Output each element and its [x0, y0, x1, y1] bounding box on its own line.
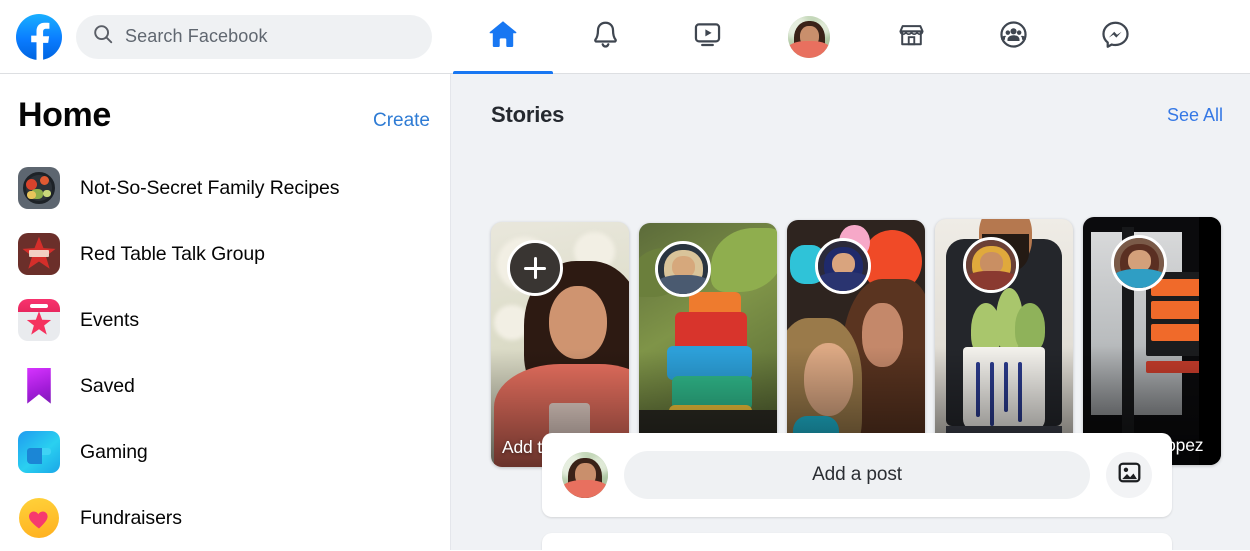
sidebar-item-not-so-secret-family-recipes[interactable]: Not-So-Secret Family Recipes — [0, 155, 450, 221]
nav-groups[interactable] — [962, 0, 1064, 73]
bell-icon — [589, 18, 622, 56]
sidebar-item-fundraisers[interactable]: Fundraisers — [0, 485, 450, 551]
sidebar-item-label: Not-So-Secret Family Recipes — [80, 176, 340, 199]
nav-profile[interactable] — [758, 0, 860, 73]
search-input[interactable]: Search Facebook — [76, 14, 432, 59]
page-title: Home — [18, 96, 111, 134]
group-red-table-talk-thumbnail-icon — [18, 233, 60, 275]
fundraisers-heart-icon — [18, 497, 60, 539]
sidebar-header: Home Create — [0, 96, 450, 135]
group-food-thumbnail-icon — [18, 167, 60, 209]
top-navigation-bar: Search Facebook — [0, 0, 1250, 74]
story-card-dennis-han[interactable]: Dennis Han — [935, 219, 1073, 466]
story-card-add-to-story[interactable]: Add to Story — [491, 222, 629, 467]
composer-avatar — [562, 452, 608, 498]
sidebar-item-label: Events — [80, 308, 140, 331]
see-all-link[interactable]: See All — [1167, 105, 1223, 126]
add-post-placeholder: Add a post — [812, 464, 902, 485]
store-icon — [896, 19, 927, 55]
add-story-button[interactable] — [507, 240, 563, 296]
sidebar-item-gaming[interactable]: Gaming — [0, 419, 450, 485]
left-sidebar: Home Create Not-So-Secret Family Recipes… — [0, 74, 451, 550]
nav-messenger[interactable] — [1064, 0, 1166, 73]
facebook-logo-icon[interactable] — [16, 13, 62, 60]
nav-home[interactable] — [452, 0, 554, 74]
search-placeholder: Search Facebook — [125, 26, 268, 46]
sidebar-item-label: Fundraisers — [80, 506, 182, 529]
home-icon — [486, 17, 520, 56]
plus-icon — [510, 243, 560, 293]
brand-and-search: Search Facebook — [0, 13, 432, 60]
add-post-input[interactable]: Add a post — [624, 451, 1090, 499]
stories-row: Add to Story Tom Russo — [491, 217, 1221, 469]
sidebar-list: Not-So-Secret Family Recipes Red Table T… — [0, 155, 450, 551]
story-avatar — [963, 237, 1019, 293]
events-calendar-icon — [18, 299, 60, 341]
story-card-cynthia-lopez[interactable]: Cynthia Lopez — [1083, 217, 1221, 465]
profile-avatar — [788, 15, 830, 58]
saved-bookmark-icon — [18, 365, 60, 407]
nav-notifications[interactable] — [554, 0, 656, 73]
messenger-icon — [1099, 18, 1132, 56]
nav-marketplace[interactable] — [860, 0, 962, 73]
feed-post-card-partial[interactable] — [542, 533, 1172, 550]
video-screen-icon — [691, 18, 724, 56]
story-avatar — [1111, 235, 1167, 291]
sidebar-item-events[interactable]: Events — [0, 287, 450, 353]
people-circle-icon — [997, 18, 1030, 56]
sidebar-item-label: Saved — [80, 374, 135, 397]
stories-header: Stories See All — [451, 74, 1250, 128]
sidebar-item-saved[interactable]: Saved — [0, 353, 450, 419]
sidebar-item-red-table-talk-group[interactable]: Red Table Talk Group — [0, 221, 450, 287]
photo-icon — [1117, 460, 1142, 490]
story-card-anna-becklund[interactable]: Anna Becklund — [787, 220, 925, 465]
gaming-icon — [18, 431, 60, 473]
stories-title: Stories — [491, 102, 565, 127]
sidebar-item-label: Gaming — [80, 440, 148, 463]
search-icon — [92, 23, 114, 50]
nav-icon-group — [452, 0, 1166, 74]
main-feed: Stories See All Add to Story — [451, 74, 1250, 550]
story-avatar — [815, 238, 871, 294]
create-link[interactable]: Create — [373, 110, 430, 132]
nav-watch[interactable] — [656, 0, 758, 73]
add-photo-button[interactable] — [1106, 452, 1152, 498]
sidebar-item-label: Red Table Talk Group — [80, 242, 265, 265]
story-avatar — [655, 241, 711, 297]
post-composer: Add a post — [542, 433, 1172, 517]
